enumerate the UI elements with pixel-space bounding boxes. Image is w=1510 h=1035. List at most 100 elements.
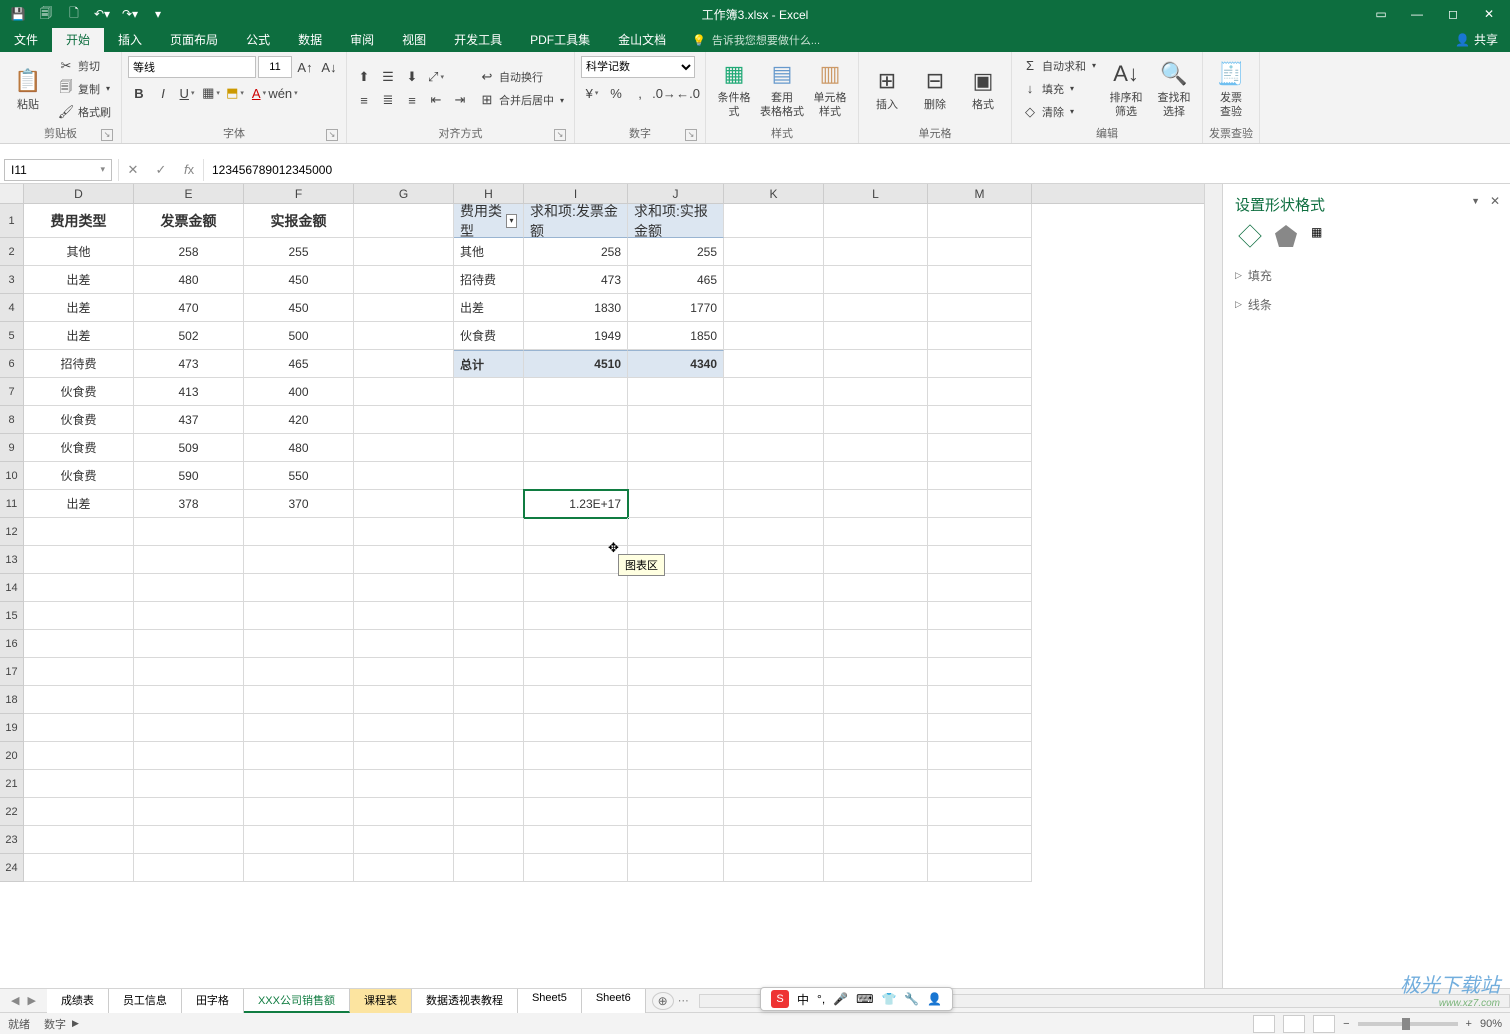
- clipboard-launcher[interactable]: ↘: [101, 129, 113, 141]
- cell[interactable]: [724, 322, 824, 350]
- tab-home[interactable]: 开始: [52, 27, 104, 52]
- cell[interactable]: [628, 826, 724, 854]
- tab-view[interactable]: 视图: [388, 27, 440, 52]
- cell[interactable]: [454, 854, 524, 882]
- cell[interactable]: 1.23E+17: [524, 490, 628, 518]
- cell[interactable]: [524, 770, 628, 798]
- cell[interactable]: [24, 686, 134, 714]
- cell[interactable]: 480: [134, 266, 244, 294]
- align-left-icon[interactable]: ≡: [353, 89, 375, 111]
- normal-view-icon[interactable]: [1253, 1015, 1275, 1033]
- cell[interactable]: [824, 630, 928, 658]
- cell[interactable]: [244, 826, 354, 854]
- sheet-nav[interactable]: ◀▶: [0, 994, 47, 1007]
- orientation-icon[interactable]: ⤢: [425, 66, 447, 88]
- cell[interactable]: [524, 854, 628, 882]
- cell[interactable]: [354, 294, 454, 322]
- sheet-tab[interactable]: 成绩表: [47, 989, 109, 1013]
- cell[interactable]: [824, 602, 928, 630]
- cell[interactable]: 招待费: [24, 350, 134, 378]
- row-header-6[interactable]: 6: [0, 350, 24, 378]
- row-header-8[interactable]: 8: [0, 406, 24, 434]
- cell[interactable]: 255: [244, 238, 354, 266]
- spreadsheet-grid[interactable]: DEFGHIJKLM 12345678910111213141516171819…: [0, 184, 1204, 988]
- cell[interactable]: [524, 798, 628, 826]
- cell[interactable]: [628, 854, 724, 882]
- page-layout-view-icon[interactable]: [1283, 1015, 1305, 1033]
- merge-center-button[interactable]: ⊞合并后居中▾: [475, 89, 568, 111]
- cell[interactable]: 470: [134, 294, 244, 322]
- wrap-text-button[interactable]: ↩自动换行: [475, 66, 568, 88]
- cell[interactable]: [724, 630, 824, 658]
- cell[interactable]: 其他: [24, 238, 134, 266]
- cell[interactable]: [928, 574, 1032, 602]
- select-all-triangle[interactable]: [0, 184, 24, 203]
- cell[interactable]: [628, 742, 724, 770]
- cell[interactable]: [524, 574, 628, 602]
- row-header-11[interactable]: 11: [0, 490, 24, 518]
- cell[interactable]: [24, 714, 134, 742]
- cell[interactable]: [134, 826, 244, 854]
- cell[interactable]: [24, 658, 134, 686]
- cell[interactable]: [724, 602, 824, 630]
- row-header-20[interactable]: 20: [0, 742, 24, 770]
- cell[interactable]: 出差: [24, 266, 134, 294]
- cell[interactable]: [628, 406, 724, 434]
- cell[interactable]: 出差: [454, 294, 524, 322]
- ime-lang[interactable]: 中: [797, 991, 809, 1008]
- currency-icon[interactable]: ¥: [581, 82, 603, 104]
- cell[interactable]: [454, 714, 524, 742]
- cell[interactable]: [724, 742, 824, 770]
- cell[interactable]: 费用类型▾: [454, 204, 524, 238]
- cell[interactable]: [824, 406, 928, 434]
- row-header-14[interactable]: 14: [0, 574, 24, 602]
- cell[interactable]: [928, 714, 1032, 742]
- cell[interactable]: 伙食费: [24, 434, 134, 462]
- page-break-view-icon[interactable]: [1313, 1015, 1335, 1033]
- cell[interactable]: [628, 658, 724, 686]
- cell[interactable]: [724, 854, 824, 882]
- ime-tool-icon[interactable]: 🔧: [904, 992, 919, 1006]
- cell[interactable]: [928, 462, 1032, 490]
- cell[interactable]: [724, 238, 824, 266]
- cell[interactable]: [928, 770, 1032, 798]
- cell[interactable]: [354, 658, 454, 686]
- cell[interactable]: [454, 434, 524, 462]
- cell[interactable]: [354, 378, 454, 406]
- cell[interactable]: 502: [134, 322, 244, 350]
- qat-icon-1[interactable]: 🗐: [34, 3, 58, 25]
- cell[interactable]: 450: [244, 294, 354, 322]
- cell[interactable]: 465: [628, 266, 724, 294]
- ribbon-options-icon[interactable]: ▭: [1364, 3, 1398, 25]
- cell[interactable]: [824, 462, 928, 490]
- cond-format-button[interactable]: ▦条件格式: [712, 54, 756, 123]
- cell[interactable]: [454, 378, 524, 406]
- fill-section[interactable]: ▷填充: [1235, 261, 1498, 290]
- cell[interactable]: [928, 378, 1032, 406]
- cell[interactable]: [134, 574, 244, 602]
- cell[interactable]: [928, 322, 1032, 350]
- ime-keyboard-icon[interactable]: ⌨: [856, 992, 873, 1006]
- cell[interactable]: [24, 546, 134, 574]
- tab-layout[interactable]: 页面布局: [156, 27, 232, 52]
- cell[interactable]: [24, 630, 134, 658]
- cell[interactable]: 1770: [628, 294, 724, 322]
- cell[interactable]: [354, 266, 454, 294]
- cell[interactable]: [724, 378, 824, 406]
- format-cells-button[interactable]: ▣格式: [961, 54, 1005, 123]
- more-sheets-icon[interactable]: ⋯: [678, 994, 689, 1007]
- sheet-tab[interactable]: Sheet5: [518, 989, 582, 1013]
- redo-icon[interactable]: ↷▾: [118, 3, 142, 25]
- cell[interactable]: [354, 742, 454, 770]
- cell[interactable]: [824, 658, 928, 686]
- row-header-12[interactable]: 12: [0, 518, 24, 546]
- row-header-5[interactable]: 5: [0, 322, 24, 350]
- cell[interactable]: [24, 574, 134, 602]
- cell[interactable]: [134, 854, 244, 882]
- cell[interactable]: [824, 770, 928, 798]
- cell[interactable]: [244, 798, 354, 826]
- pane-options-icon[interactable]: ▼: [1471, 196, 1480, 206]
- cell[interactable]: [824, 546, 928, 574]
- number-format-select[interactable]: 科学记数: [581, 56, 695, 78]
- cell[interactable]: [354, 546, 454, 574]
